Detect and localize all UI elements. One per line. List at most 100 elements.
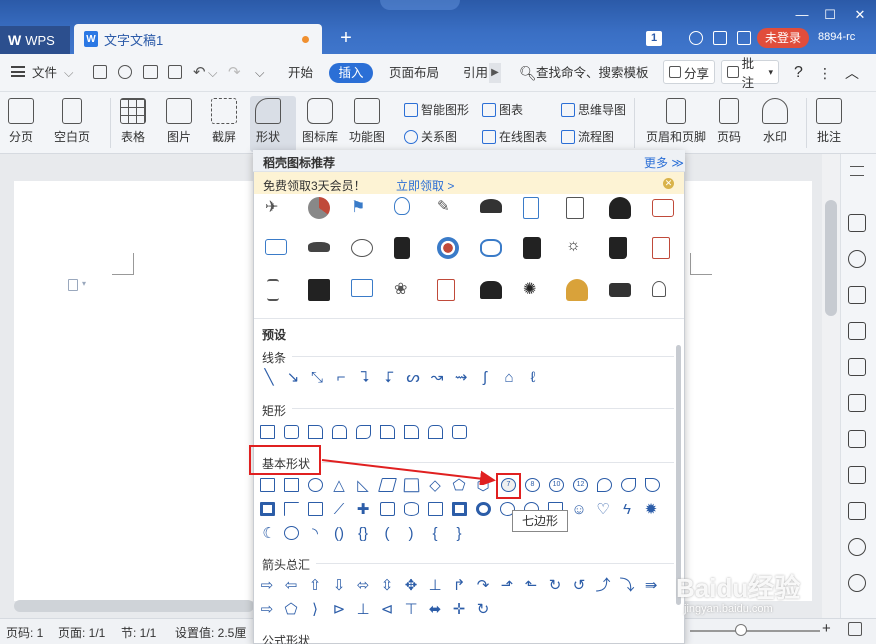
- left-up-arrow-shape[interactable]: ⬏: [498, 578, 516, 593]
- up-arrow-callout-shape[interactable]: ⊤: [402, 602, 420, 617]
- panel-more-link[interactable]: 更多 ≫: [644, 154, 684, 171]
- left-bracket-shape[interactable]: (: [378, 526, 396, 541]
- sidebar-menu-icon[interactable]: [850, 166, 864, 176]
- style-icon[interactable]: [848, 250, 866, 268]
- elbow-double-arrow-connector-shape[interactable]: ⮦: [380, 370, 398, 385]
- flag-icon[interactable]: ⚑: [351, 197, 373, 219]
- hourglass-icon[interactable]: [267, 279, 279, 301]
- donut-shape[interactable]: [476, 502, 491, 516]
- diagonal-stripe-shape[interactable]: ⟋: [330, 502, 348, 517]
- horizontal-scroll-thumb[interactable]: [14, 600, 254, 612]
- header-footer-button[interactable]: 页眉和页脚: [646, 98, 706, 145]
- icon-library-button[interactable]: 图标库: [302, 98, 338, 145]
- left-right-arrow-callout-shape[interactable]: ⬌: [426, 602, 444, 617]
- curved-double-arrow-connector-shape[interactable]: ⇝: [452, 370, 470, 385]
- notebook-icon[interactable]: [523, 197, 539, 219]
- table-button[interactable]: 表格: [120, 98, 146, 145]
- contact-card-icon[interactable]: [523, 237, 541, 259]
- pen-icon[interactable]: ✎: [437, 197, 459, 219]
- translate-icon[interactable]: [848, 430, 866, 448]
- l-shape[interactable]: [308, 502, 323, 516]
- right-arrow-shape[interactable]: ⇨: [258, 578, 276, 593]
- down-arrow-callout-shape[interactable]: ⊥: [354, 602, 372, 617]
- status-setting[interactable]: 设置值: 2.5厘: [175, 624, 246, 641]
- export-icon[interactable]: [848, 394, 866, 412]
- up-down-arrow-shape[interactable]: ⇳: [378, 578, 396, 593]
- annotate-button[interactable]: 批注: [816, 98, 842, 145]
- smart-shape-button[interactable]: 智能图形: [404, 101, 469, 119]
- elbow-connector-shape[interactable]: ⌐: [332, 370, 350, 385]
- car-icon[interactable]: [308, 242, 330, 252]
- zoom-in-icon[interactable]: +: [822, 620, 831, 637]
- document-tab[interactable]: W 文字文稿1: [74, 24, 322, 54]
- picture-button[interactable]: 图片: [166, 98, 192, 145]
- curved-connector-shape[interactable]: ᔕ: [404, 370, 422, 385]
- arc-shape[interactable]: ◝: [306, 526, 324, 541]
- online-chart-button[interactable]: 在线图表: [482, 128, 547, 146]
- airplane-icon[interactable]: ✈: [265, 197, 287, 219]
- comment-button[interactable]: 批注 ▾: [721, 57, 779, 90]
- gem-icon[interactable]: [480, 239, 502, 257]
- menu-page-layout[interactable]: 页面布局: [389, 64, 439, 82]
- chart-button[interactable]: 图表: [482, 101, 523, 119]
- zoom-slider-handle[interactable]: [735, 624, 747, 636]
- minimize-icon[interactable]: —: [792, 6, 812, 24]
- paragraph-layout-chevron-icon[interactable]: ▾: [82, 279, 86, 288]
- curved-left-arrow-shape[interactable]: ↺: [570, 578, 588, 593]
- gear-icon[interactable]: ☼: [566, 237, 588, 259]
- users-icon[interactable]: [609, 197, 631, 219]
- round-single-corner-rectangle-shape[interactable]: [404, 425, 419, 439]
- watermark-button[interactable]: 水印: [762, 98, 788, 145]
- bent-arrow-shape[interactable]: ↱: [450, 578, 468, 593]
- status-page-code[interactable]: 页码: 1: [6, 624, 43, 641]
- curved-right-arrow-shape[interactable]: ↻: [546, 578, 564, 593]
- flowchart-button[interactable]: 流程图: [561, 128, 614, 146]
- notched-right-arrow-shape[interactable]: ⇨: [258, 602, 276, 617]
- table-icon[interactable]: [848, 286, 866, 304]
- u-turn-arrow-shape[interactable]: ↷: [474, 578, 492, 593]
- status-pages[interactable]: 页面: 1/1: [58, 624, 105, 641]
- page-break-button[interactable]: 分页: [8, 98, 34, 145]
- menu-home[interactable]: 开始: [288, 64, 313, 82]
- help-icon[interactable]: ?: [794, 64, 803, 82]
- panel-scrollbar[interactable]: [676, 345, 681, 605]
- curved-up-arrow-shape[interactable]: ⤴: [594, 578, 612, 593]
- target-icon[interactable]: [437, 237, 459, 259]
- redo-icon[interactable]: ↷: [228, 64, 241, 82]
- can-shape[interactable]: [404, 502, 419, 516]
- factory-icon[interactable]: [609, 283, 631, 297]
- left-arrow-shape[interactable]: ⇦: [282, 578, 300, 593]
- popcorn-icon[interactable]: [480, 281, 502, 299]
- teardrop-shape[interactable]: [645, 478, 660, 492]
- round-diagonal-rectangle-shape[interactable]: [452, 425, 467, 439]
- settings-sliders-icon[interactable]: [848, 322, 866, 340]
- arrow-line-shape[interactable]: ↘: [284, 370, 302, 385]
- decagon-shape[interactable]: 10: [549, 478, 564, 492]
- moon-shape[interactable]: ☾: [260, 526, 278, 541]
- share-button[interactable]: 分享: [663, 60, 715, 84]
- menu-insert[interactable]: 插入: [329, 63, 373, 83]
- crab-icon[interactable]: ✺: [523, 279, 545, 301]
- left-arrow-callout-shape[interactable]: ⊲: [378, 602, 396, 617]
- cloud-icon[interactable]: [737, 31, 751, 45]
- wps-home-tab[interactable]: W WPS: [0, 26, 70, 54]
- curve-shape[interactable]: ʃ: [476, 370, 494, 385]
- cloud-shape[interactable]: [284, 526, 299, 540]
- fullscreen-icon[interactable]: [848, 622, 862, 636]
- pie-shape[interactable]: [597, 478, 612, 492]
- shield-icon[interactable]: [848, 538, 866, 556]
- presentation-icon[interactable]: [351, 279, 373, 297]
- worker-icon[interactable]: [566, 279, 588, 301]
- hamburger-icon[interactable]: [11, 66, 25, 77]
- skin-icon[interactable]: [689, 31, 703, 45]
- promo-close-icon[interactable]: ✕: [663, 178, 674, 189]
- right-arrow-callout-shape[interactable]: ⊳: [330, 602, 348, 617]
- striped-right-arrow-shape[interactable]: ⇛: [642, 578, 660, 593]
- collapse-ribbon-icon[interactable]: ︿: [845, 64, 859, 82]
- pie-chart-icon[interactable]: [308, 197, 330, 219]
- archive-icon[interactable]: [848, 466, 866, 484]
- edit-form-icon[interactable]: [652, 237, 670, 259]
- elbow-arrow-connector-shape[interactable]: ⮧: [356, 370, 374, 385]
- page-number-button[interactable]: 页码: [717, 98, 741, 145]
- left-brace-shape[interactable]: {: [426, 526, 444, 541]
